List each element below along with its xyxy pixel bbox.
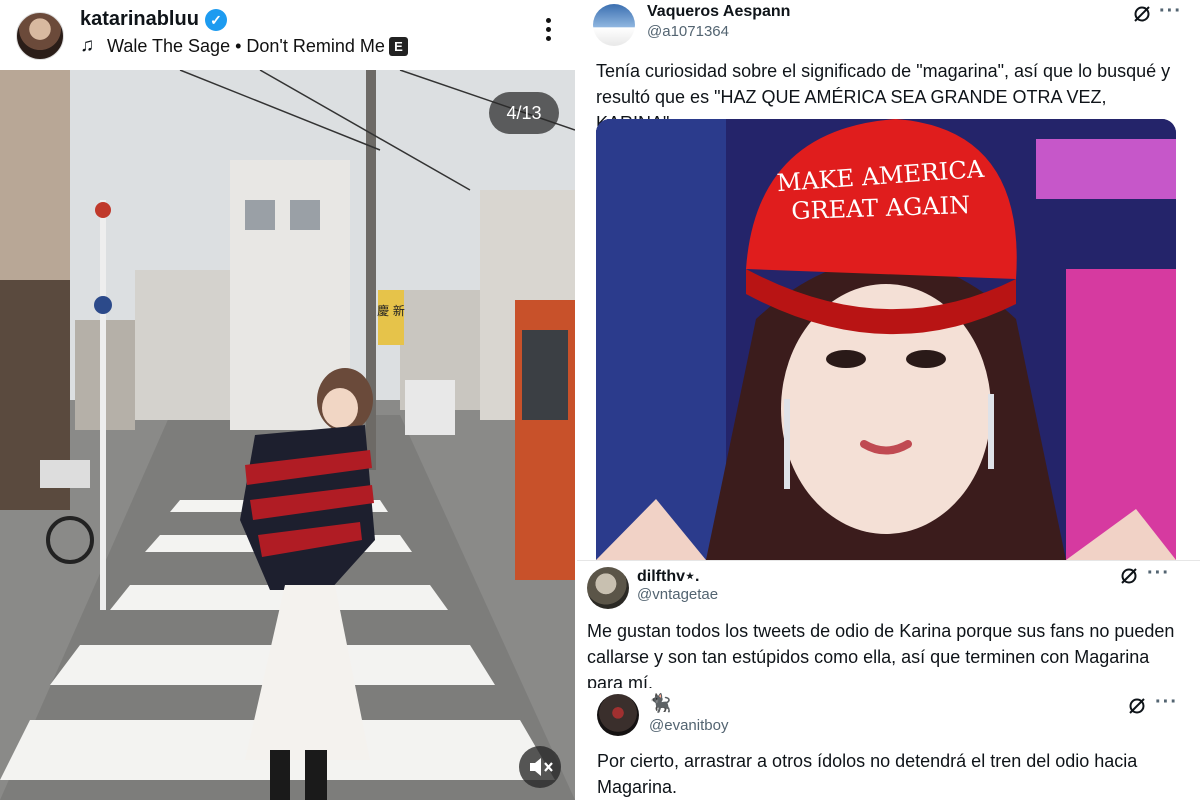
grok-icon[interactable] (1132, 4, 1152, 24)
username[interactable]: katarinabluu (80, 8, 199, 31)
slide-counter: 4/13 (489, 92, 559, 134)
explicit-badge: E (389, 37, 408, 56)
media-illustration: MAKE AMERICA GREAT AGAIN (596, 119, 1176, 560)
speaker-muted-icon[interactable] (519, 746, 561, 788)
tweet: 🐈‍⬛ @evanitboy ··· Por cierto, arrastrar… (577, 688, 1200, 800)
tweet: dilfthv⋆. @vntagetae ··· Me gustan todos… (577, 560, 1200, 693)
avatar[interactable] (597, 694, 639, 736)
speaker-muted-glyph (530, 758, 553, 776)
tweet: Vaqueros Aespann @a1071364 ··· Tenía cur… (577, 0, 1200, 560)
street-scene-image: 慶 新 (0, 70, 575, 800)
more-options-icon[interactable]: ··· (1147, 562, 1170, 585)
tweet-author-name[interactable]: Vaqueros Aespann (647, 3, 790, 21)
avatar[interactable] (593, 4, 635, 46)
tweet-author-name[interactable]: dilfthv⋆. (637, 566, 699, 586)
avatar[interactable] (16, 12, 64, 60)
tweet-author-handle[interactable]: @vntagetae (637, 586, 718, 603)
instagram-post: katarinabluu ✓ ♫ Wale The Sage • Don't R… (0, 0, 575, 800)
more-options-icon[interactable] (537, 14, 559, 48)
street-sign-text: 慶 新 (377, 303, 405, 318)
more-options-icon[interactable]: ··· (1155, 691, 1178, 714)
post-header: katarinabluu ✓ ♫ Wale The Sage • Don't R… (0, 0, 575, 70)
audio-track-label[interactable]: Wale The Sage • Don't Remind Me (107, 36, 385, 57)
verified-badge-icon: ✓ (205, 9, 227, 31)
avatar[interactable] (587, 567, 629, 609)
tweet-text: Por cierto, arrastrar a otros ídolos no … (597, 751, 1138, 797)
more-options-icon[interactable]: ··· (1159, 0, 1182, 23)
post-photo[interactable]: 慶 新 4/13 (0, 70, 575, 800)
tweet-author-handle[interactable]: @evanitboy (649, 717, 728, 734)
tweet-text: Me gustan todos los tweets de odio de Ka… (587, 621, 1175, 693)
grok-icon[interactable] (1119, 566, 1139, 586)
grok-icon[interactable] (1127, 696, 1147, 716)
tweet-author-handle[interactable]: @a1071364 (647, 23, 729, 40)
tweet-media-image[interactable]: MAKE AMERICA GREAT AGAIN (596, 119, 1176, 560)
music-note-icon: ♫ (80, 35, 95, 56)
tweet-author-name[interactable]: 🐈‍⬛ (649, 693, 671, 714)
